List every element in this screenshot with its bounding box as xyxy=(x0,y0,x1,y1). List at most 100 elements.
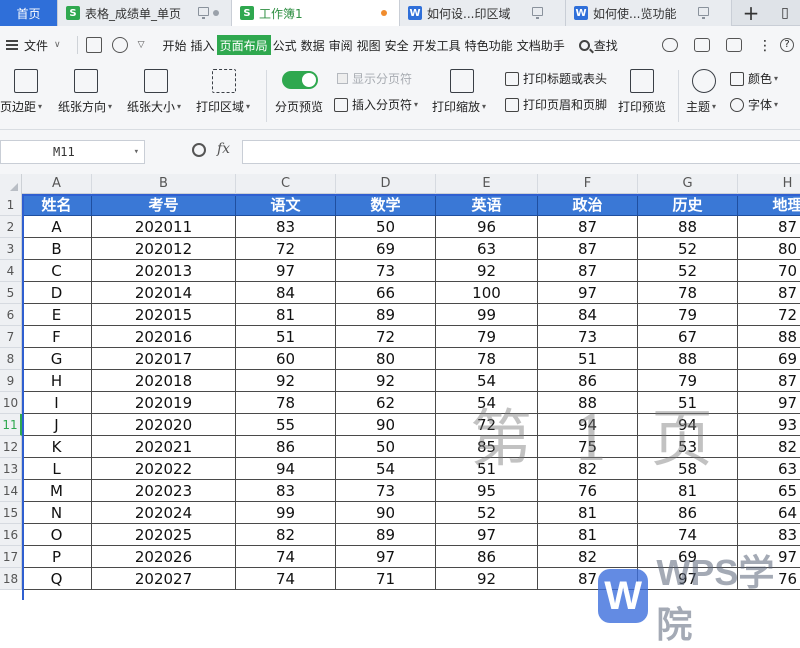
menu-page-layout[interactable]: 页面布局 xyxy=(216,35,271,55)
table-cell[interactable]: 76 xyxy=(738,568,800,590)
file-menu[interactable]: 文件 ∨ xyxy=(0,37,61,54)
fonts-button[interactable]: 字体 ▾ xyxy=(730,96,778,113)
menu-special-features[interactable]: 特色功能 xyxy=(463,35,515,55)
table-cell[interactable]: 60 xyxy=(236,348,336,370)
table-cell[interactable]: 202022 xyxy=(92,458,236,480)
table-cell[interactable]: 92 xyxy=(436,568,538,590)
table-cell[interactable]: 73 xyxy=(538,326,638,348)
table-cell[interactable]: 92 xyxy=(436,260,538,282)
save-icon[interactable] xyxy=(85,37,102,53)
table-cell[interactable]: 62 xyxy=(336,392,436,414)
table-cell[interactable]: 94 xyxy=(638,414,738,436)
table-cell[interactable]: 202024 xyxy=(92,502,236,524)
table-cell[interactable]: 74 xyxy=(638,524,738,546)
table-cell[interactable]: 78 xyxy=(436,348,538,370)
new-tab-plus-icon[interactable]: + xyxy=(732,0,770,26)
table-cell[interactable]: 88 xyxy=(638,216,738,238)
table-cell[interactable]: 84 xyxy=(236,282,336,304)
table-cell[interactable]: 54 xyxy=(336,458,436,480)
table-cell[interactable]: 87 xyxy=(538,216,638,238)
table-cell[interactable]: 99 xyxy=(236,502,336,524)
table-cell[interactable]: 74 xyxy=(236,568,336,590)
table-cell[interactable]: 83 xyxy=(738,524,800,546)
table-cell[interactable]: 92 xyxy=(236,370,336,392)
table-cell[interactable]: 89 xyxy=(336,524,436,546)
table-cell[interactable]: 75 xyxy=(538,436,638,458)
tab-home[interactable]: 首页 xyxy=(0,0,58,26)
menu-insert[interactable]: 插入 xyxy=(189,35,217,55)
table-cell[interactable]: D xyxy=(22,282,92,304)
row-header[interactable]: 9 xyxy=(0,370,22,392)
table-cell[interactable]: 85 xyxy=(436,436,538,458)
undo-icon[interactable] xyxy=(111,37,128,53)
table-cell[interactable]: 202019 xyxy=(92,392,236,414)
table-cell[interactable]: F xyxy=(22,326,92,348)
print-scale-button[interactable]: 打印缩放 ▾ xyxy=(432,98,486,115)
table-cell[interactable]: 202027 xyxy=(92,568,236,590)
table-cell[interactable]: 67 xyxy=(638,326,738,348)
column-header-h[interactable]: H xyxy=(738,174,800,194)
row-header[interactable]: 3 xyxy=(0,238,22,260)
tab-document[interactable]: W 如何设...印区域 xyxy=(400,0,566,26)
table-cell[interactable]: 86 xyxy=(436,546,538,568)
row-header[interactable]: 15 xyxy=(0,502,22,524)
table-cell[interactable]: 87 xyxy=(538,568,638,590)
table-cell[interactable]: 89 xyxy=(336,304,436,326)
table-cell[interactable]: 79 xyxy=(436,326,538,348)
menu-doc-assistant[interactable]: 文档助手 xyxy=(515,35,567,55)
table-cell[interactable]: 54 xyxy=(436,392,538,414)
table-cell[interactable]: 74 xyxy=(236,546,336,568)
row-header[interactable]: 7 xyxy=(0,326,22,348)
table-cell[interactable]: 70 xyxy=(738,260,800,282)
row-header[interactable]: 10 xyxy=(0,392,22,414)
unsaved-dot-icon[interactable] xyxy=(381,10,387,16)
table-cell[interactable]: 202016 xyxy=(92,326,236,348)
header-cell[interactable]: 数学 xyxy=(336,194,436,216)
table-cell[interactable]: 202023 xyxy=(92,480,236,502)
name-box[interactable]: M11 ▾ xyxy=(0,140,145,164)
table-cell[interactable]: 202015 xyxy=(92,304,236,326)
menu-security[interactable]: 安全 xyxy=(383,35,411,55)
share-icon[interactable] xyxy=(694,38,710,52)
row-header[interactable]: 1 xyxy=(0,194,22,216)
menu-data[interactable]: 数据 xyxy=(299,35,327,55)
table-cell[interactable]: L xyxy=(22,458,92,480)
table-cell[interactable]: 86 xyxy=(236,436,336,458)
table-cell[interactable]: 92 xyxy=(336,370,436,392)
zoom-icon[interactable] xyxy=(192,143,206,157)
quick-access-dropdown-icon[interactable]: ▽ xyxy=(138,40,145,50)
table-cell[interactable]: 88 xyxy=(738,326,800,348)
table-cell[interactable]: 94 xyxy=(538,414,638,436)
table-cell[interactable]: H xyxy=(22,370,92,392)
theme-button[interactable]: 主题 ▾ xyxy=(686,98,716,115)
table-cell[interactable]: J xyxy=(22,414,92,436)
table-cell[interactable]: 63 xyxy=(436,238,538,260)
table-cell[interactable]: 87 xyxy=(538,238,638,260)
print-titles-button[interactable]: 打印标题或表头 xyxy=(505,70,607,87)
row-header[interactable]: 11 xyxy=(0,414,22,436)
table-cell[interactable]: 90 xyxy=(336,502,436,524)
tab-document-active[interactable]: S 工作簿1 xyxy=(232,0,400,26)
function-fx-icon[interactable]: fx xyxy=(217,141,230,157)
table-cell[interactable]: 72 xyxy=(436,414,538,436)
table-cell[interactable]: 81 xyxy=(236,304,336,326)
table-cell[interactable]: 72 xyxy=(336,326,436,348)
column-header-g[interactable]: G xyxy=(638,174,738,194)
print-area-button[interactable]: 打印区域 ▾ xyxy=(196,98,250,115)
table-cell[interactable]: 66 xyxy=(336,282,436,304)
row-header[interactable]: 16 xyxy=(0,524,22,546)
table-cell[interactable]: 97 xyxy=(336,546,436,568)
table-cell[interactable]: 51 xyxy=(638,392,738,414)
row-header[interactable]: 4 xyxy=(0,260,22,282)
menu-review[interactable]: 审阅 xyxy=(327,35,355,55)
row-header[interactable]: 8 xyxy=(0,348,22,370)
column-header-a[interactable]: A xyxy=(22,174,92,194)
header-cell[interactable]: 考号 xyxy=(92,194,236,216)
table-cell[interactable]: 81 xyxy=(538,502,638,524)
menu-formulas[interactable]: 公式 xyxy=(271,35,299,55)
table-cell[interactable]: 100 xyxy=(436,282,538,304)
table-cell[interactable]: 83 xyxy=(236,216,336,238)
table-cell[interactable]: 97 xyxy=(738,392,800,414)
table-cell[interactable]: 78 xyxy=(638,282,738,304)
menu-view[interactable]: 视图 xyxy=(355,35,383,55)
